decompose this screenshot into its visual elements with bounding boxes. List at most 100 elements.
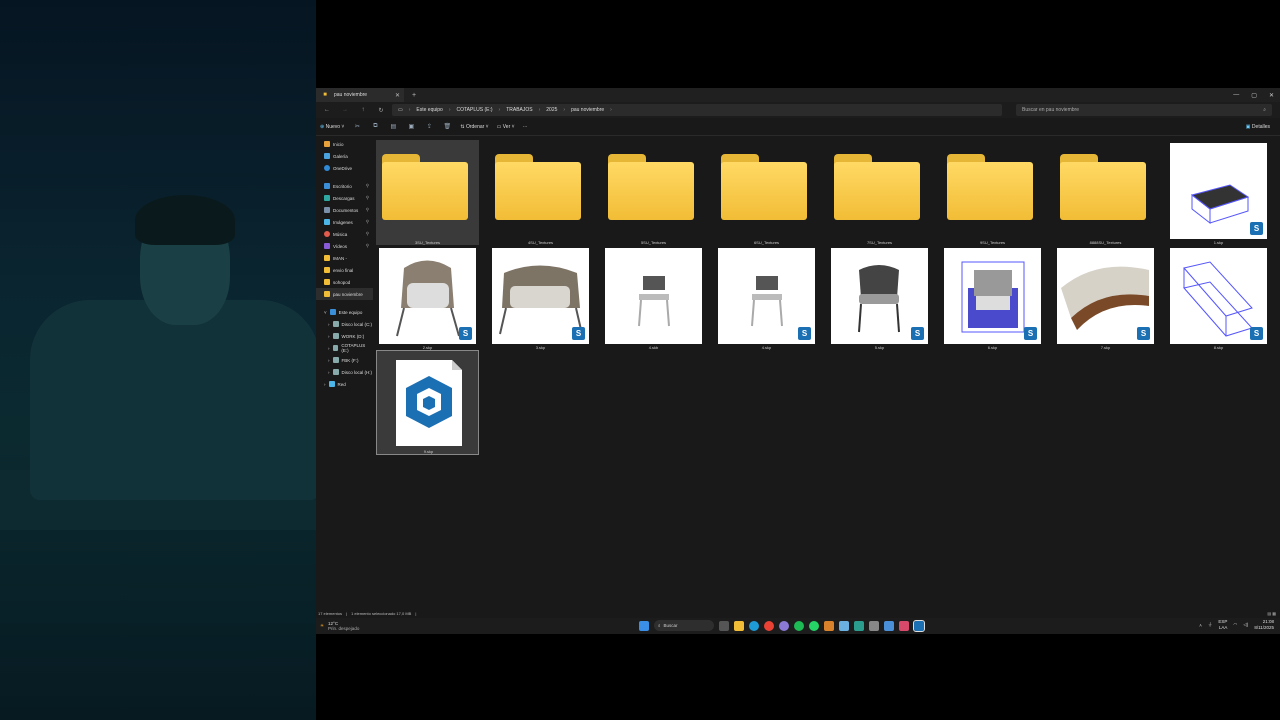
sidebar-item-drive[interactable]: › Disco local (C:) <box>316 318 373 330</box>
file-tile[interactable]: 7SU_Textures <box>828 140 931 245</box>
language-indicator[interactable]: ESP LAA <box>1218 619 1227 631</box>
sidebar-item-red[interactable]: › Red <box>316 378 373 390</box>
task-view-icon[interactable] <box>719 620 729 631</box>
file-tile[interactable]: S 4.skp <box>715 245 818 350</box>
sidebar-item-onedrive[interactable]: OneDrive <box>316 162 373 174</box>
sidebar-item-musica[interactable]: Música ⚲ <box>316 228 373 240</box>
app-icon[interactable] <box>884 620 894 631</box>
drive-icon <box>332 357 339 363</box>
cut-icon[interactable]: ✂ <box>352 123 362 130</box>
paste-icon[interactable]: ▤ <box>388 123 398 130</box>
sidebar-item-este-equipo[interactable]: ˅ Este equipo <box>316 306 373 318</box>
breadcrumb-item[interactable]: pau noviembre <box>571 107 604 113</box>
sidebar-item-descargas[interactable]: Descargas ⚲ <box>316 192 373 204</box>
sidebar-item-drive[interactable]: › FBK (F:) <box>316 354 373 366</box>
delete-icon[interactable]: 🗑 <box>442 123 452 130</box>
dining-chair-thumbnail <box>605 248 702 344</box>
more-button[interactable]: ··· <box>523 124 528 130</box>
folder-icon <box>495 154 581 220</box>
chevron-up-icon[interactable]: ˄ <box>1199 623 1202 628</box>
search-input[interactable]: Buscar en pau noviembre ⌕ <box>1016 104 1272 116</box>
minimize-button[interactable]: — <box>1233 92 1239 99</box>
sketchup-icon[interactable] <box>913 619 925 632</box>
app-icon[interactable] <box>899 620 909 631</box>
sidebar-item-inicio[interactable]: Inicio <box>316 138 373 150</box>
drive-icon <box>332 333 339 339</box>
breadcrumb-item[interactable]: TRABAJOS <box>506 107 532 113</box>
breadcrumb-item[interactable]: COTAPLUS (E:) <box>457 107 493 113</box>
file-tile[interactable]: S 2.skp <box>376 245 479 350</box>
wifi-icon[interactable]: ◠ <box>1233 622 1237 628</box>
volume-icon[interactable]: ◁) <box>1243 622 1248 628</box>
view-toggle-icons[interactable]: ▤ ▦ <box>1267 611 1280 616</box>
new-tab-button[interactable]: + <box>412 92 416 99</box>
tab-pau-noviembre[interactable]: ■ pau noviembre ✕ <box>316 88 404 102</box>
chrome-icon[interactable] <box>764 620 774 631</box>
back-button[interactable]: ← <box>320 107 334 113</box>
weather-widget[interactable]: ☀ 12°C Prin. despejado <box>316 621 359 631</box>
copy-icon[interactable]: ⧉ <box>370 123 380 130</box>
edge-icon[interactable] <box>749 620 759 631</box>
up-button[interactable]: ↑ <box>356 107 370 113</box>
sidebar-item-imagenes[interactable]: Imágenes ⚲ <box>316 216 373 228</box>
sidebar-item-envio-final[interactable]: envio final <box>316 264 373 276</box>
file-explorer-icon[interactable] <box>734 620 744 631</box>
forward-button[interactable]: → <box>338 107 352 113</box>
file-tile[interactable]: 9SU_Textures <box>941 140 1044 245</box>
sidebar-item-drive[interactable]: › COTAPLUS (E:) <box>316 342 373 354</box>
close-button[interactable]: ✕ <box>1269 92 1274 99</box>
file-tile[interactable]: S 5.skp <box>828 245 931 350</box>
search-icon: ⌕ <box>658 623 661 628</box>
chevron-right-icon: › <box>328 345 330 351</box>
view-button[interactable]: ▭ Ver ˅ <box>497 124 515 130</box>
file-tile[interactable]: 4SU_Textures <box>489 140 592 245</box>
sidebar-item-sohopod[interactable]: sohopod <box>316 276 373 288</box>
file-tile[interactable]: 4.skb <box>602 245 705 350</box>
app-icon[interactable] <box>779 620 789 631</box>
breadcrumb-item[interactable]: 2025 <box>546 107 557 113</box>
file-tile[interactable]: S 3.skp <box>489 245 592 350</box>
sidebar-item-videos[interactable]: Vídeos ⚲ <box>316 240 373 252</box>
file-tile[interactable]: 9.skp <box>376 350 479 455</box>
file-tile[interactable]: S 7.skp <box>1054 245 1157 350</box>
usb-icon[interactable]: ⏚ <box>1208 622 1213 628</box>
refresh-button[interactable]: ↻ <box>374 107 388 114</box>
share-icon[interactable]: ⇪ <box>424 123 434 130</box>
new-button[interactable]: ⊕ Nuevo ˅ <box>320 124 344 130</box>
sidebar-item-drive[interactable]: › Disco local (H:) <box>316 366 373 378</box>
details-button[interactable]: ▣ Detalles <box>1246 124 1276 130</box>
table-thumbnail: S <box>1170 143 1267 239</box>
whatsapp-icon[interactable] <box>809 620 819 631</box>
sidebar-item-drive[interactable]: › WORK (D:) <box>316 330 373 342</box>
sort-button[interactable]: ⇅ Ordenar ˅ <box>460 124 488 130</box>
breadcrumb-item[interactable]: Este equipo <box>416 107 442 113</box>
app-icon[interactable] <box>854 620 864 631</box>
sidebar-item-escritorio[interactable]: Escritorio ⚲ <box>316 180 373 192</box>
app-icon[interactable] <box>869 620 879 631</box>
sidebar-item-iman[interactable]: IMAN - <box>316 252 373 264</box>
file-tile[interactable]: S 1.skp <box>1167 140 1270 245</box>
app-icon[interactable] <box>824 620 834 631</box>
tab-close-icon[interactable]: ✕ <box>395 92 400 99</box>
file-tile[interactable]: S 8.skp <box>1167 245 1270 350</box>
sidebar-item-documentos[interactable]: Documentos ⚲ <box>316 204 373 216</box>
address-bar[interactable]: ▭ › Este equipo › COTAPLUS (E:) › TRABAJ… <box>392 104 1002 116</box>
taskbar-search[interactable]: ⌕ Buscar <box>654 620 714 631</box>
curved-sofa-thumbnail: S <box>1057 248 1154 344</box>
file-tile[interactable]: 6SU_Textures <box>715 140 818 245</box>
clock[interactable]: 21:08 8/11/2025 <box>1254 619 1274 631</box>
file-tile[interactable]: 3SU_Textures <box>376 140 479 245</box>
folder-icon <box>324 291 330 297</box>
file-tile[interactable]: 8888SU_Textures <box>1054 140 1157 245</box>
file-tile[interactable]: 5SU_Textures <box>602 140 705 245</box>
rename-icon[interactable]: ▣ <box>406 123 416 130</box>
spotify-icon[interactable] <box>794 620 804 631</box>
sketchup-icon: S <box>1137 327 1150 340</box>
sidebar-item-pau-noviembre[interactable]: pau noviembre <box>316 288 373 300</box>
start-icon[interactable] <box>639 620 649 631</box>
app-icon[interactable] <box>839 620 849 631</box>
sidebar-item-galeria[interactable]: Galería <box>316 150 373 162</box>
maximize-button[interactable]: ▢ <box>1251 92 1257 99</box>
sketchup-icon: S <box>459 327 472 340</box>
file-tile[interactable]: S 6.skp <box>941 245 1044 350</box>
